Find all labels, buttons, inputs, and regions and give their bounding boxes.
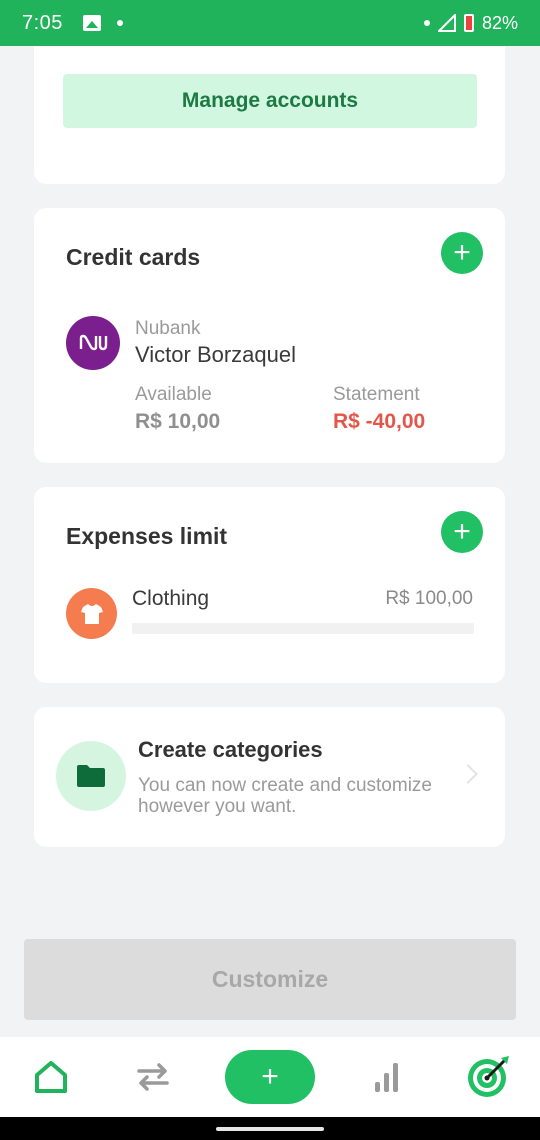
target-icon [468, 1056, 509, 1097]
chart-icon [375, 1063, 398, 1092]
status-bar: 7:05 82% [0, 0, 540, 46]
nav-goals[interactable] [459, 1047, 519, 1107]
nav-transactions[interactable] [123, 1047, 183, 1107]
accounts-card: Manage accounts [34, 46, 505, 184]
notification-dot-icon [116, 20, 123, 26]
nav-add-button[interactable]: + [225, 1050, 315, 1104]
create-categories-description: You can now create and customize however… [138, 775, 432, 817]
available-label: Available [135, 384, 212, 405]
card-holder-name[interactable]: Victor Borzaquel [135, 342, 296, 368]
shirt-icon [66, 588, 117, 639]
limit-category-name[interactable]: Clothing [132, 587, 209, 611]
limit-value: R$ 100,00 [385, 588, 473, 609]
transfer-icon [137, 1063, 169, 1091]
home-indicator[interactable] [216, 1127, 324, 1131]
nubank-logo-icon [66, 316, 120, 370]
statement-value: R$ -40,00 [333, 410, 426, 433]
expenses-limit-title: Expenses limit [66, 523, 228, 549]
battery-percent: 82% [481, 12, 518, 33]
create-categories-card[interactable]: Create categories You can now create and… [34, 707, 505, 847]
create-categories-title: Create categories [138, 737, 323, 762]
folder-icon [56, 741, 126, 811]
limit-progress-bar [132, 623, 474, 634]
bank-name: Nubank [135, 318, 201, 339]
nav-home[interactable] [21, 1047, 81, 1107]
image-notification-icon [82, 15, 101, 31]
status-right: 82% [423, 12, 518, 34]
add-credit-card-button[interactable]: + [441, 232, 483, 274]
statement-label: Statement [333, 384, 420, 405]
home-icon [35, 1061, 67, 1093]
customize-button[interactable]: Customize [24, 939, 516, 1020]
chevron-right-icon [458, 764, 478, 784]
add-expense-limit-button[interactable]: + [441, 511, 483, 553]
bottom-nav: + [0, 1037, 540, 1117]
status-time: 7:05 [22, 11, 63, 34]
available-value: R$ 10,00 [135, 410, 221, 433]
credit-cards-card: Credit cards + Nubank Victor Borzaquel A… [34, 208, 505, 463]
signal-icon [437, 14, 456, 32]
nav-reports[interactable] [357, 1047, 417, 1107]
manage-accounts-button[interactable]: Manage accounts [63, 74, 477, 128]
battery-icon [463, 14, 474, 32]
system-nav-bar [0, 1117, 540, 1140]
expenses-limit-card: Expenses limit + Clothing R$ 100,00 [34, 487, 505, 683]
credit-cards-title: Credit cards [66, 244, 201, 270]
notification-dot-icon [423, 20, 430, 26]
